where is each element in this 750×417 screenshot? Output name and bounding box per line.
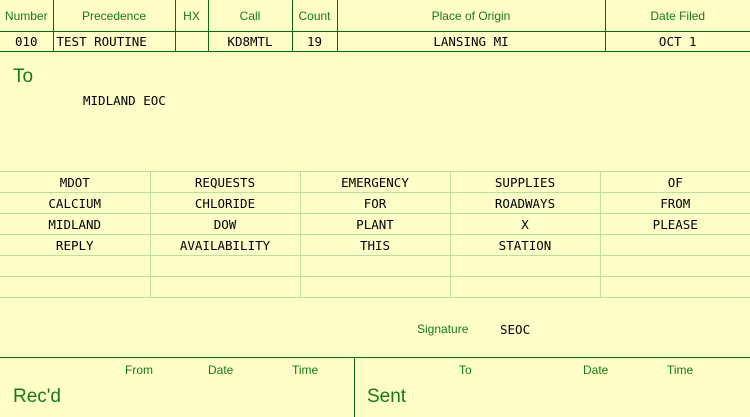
header-values-row: 010 TEST ROUTINE KD8MTL 19 LANSING MI OC… bbox=[0, 31, 750, 52]
header-table: Number Precedence HX Call Count Place of… bbox=[0, 0, 750, 52]
received-title: Rec'd bbox=[13, 386, 61, 407]
message-word[interactable] bbox=[599, 276, 750, 298]
message-word[interactable]: X bbox=[449, 213, 601, 235]
hx-field[interactable] bbox=[174, 31, 209, 52]
message-row: MDOT REQUESTS EMERGENCY SUPPLIES OF bbox=[0, 171, 750, 193]
message-word[interactable]: MDOT bbox=[0, 171, 151, 193]
count-header: Count bbox=[291, 0, 338, 32]
message-row bbox=[0, 276, 750, 298]
message-word[interactable]: REPLY bbox=[0, 234, 151, 256]
number-field[interactable]: 010 bbox=[0, 31, 54, 52]
message-word[interactable]: CHLORIDE bbox=[149, 192, 301, 214]
footer-divider bbox=[0, 357, 750, 358]
message-row bbox=[0, 255, 750, 277]
footer-column-divider bbox=[354, 357, 355, 417]
to-address-field[interactable]: MIDLAND EOC bbox=[83, 93, 166, 108]
received-date-label: Date bbox=[208, 363, 234, 377]
signature-field[interactable]: SEOC bbox=[500, 322, 530, 337]
message-word[interactable] bbox=[449, 255, 601, 277]
call-field[interactable]: KD8MTL bbox=[207, 31, 293, 52]
message-row: MIDLAND DOW PLANT X PLEASE bbox=[0, 213, 750, 235]
message-word[interactable]: STATION bbox=[449, 234, 601, 256]
to-label: To bbox=[13, 66, 34, 87]
header-labels-row: Number Precedence HX Call Count Place of… bbox=[0, 0, 750, 32]
message-word[interactable]: PLEASE bbox=[599, 213, 750, 235]
sent-date-label: Date bbox=[583, 363, 609, 377]
message-word[interactable]: THIS bbox=[299, 234, 451, 256]
message-word[interactable] bbox=[149, 276, 301, 298]
message-word[interactable] bbox=[599, 234, 750, 256]
sent-to-label: To bbox=[459, 363, 472, 377]
count-field[interactable]: 19 bbox=[291, 31, 338, 52]
message-word[interactable]: SUPPLIES bbox=[449, 171, 601, 193]
message-word[interactable]: OF bbox=[599, 171, 750, 193]
message-word[interactable] bbox=[449, 276, 601, 298]
hx-header: HX bbox=[174, 0, 209, 32]
message-word[interactable]: ROADWAYS bbox=[449, 192, 601, 214]
date-filed-field[interactable]: OCT 1 bbox=[604, 31, 750, 52]
precedence-header: Precedence bbox=[52, 0, 176, 32]
place-of-origin-field[interactable]: LANSING MI bbox=[336, 31, 606, 52]
message-row: REPLY AVAILABILITY THIS STATION bbox=[0, 234, 750, 256]
number-header: Number bbox=[0, 0, 54, 32]
sent-title: Sent bbox=[367, 386, 407, 407]
signature-label: Signature bbox=[417, 322, 469, 336]
date-filed-header: Date Filed bbox=[604, 0, 750, 32]
message-word[interactable]: FROM bbox=[599, 192, 750, 214]
message-word[interactable] bbox=[299, 255, 451, 277]
message-word[interactable]: DOW bbox=[149, 213, 301, 235]
message-word[interactable] bbox=[0, 276, 151, 298]
message-word[interactable]: PLANT bbox=[299, 213, 451, 235]
message-row: CALCIUM CHLORIDE FOR ROADWAYS FROM bbox=[0, 192, 750, 214]
place-of-origin-header: Place of Origin bbox=[336, 0, 606, 32]
sent-time-label: Time bbox=[667, 363, 694, 377]
message-word[interactable]: AVAILABILITY bbox=[149, 234, 301, 256]
received-from-label: From bbox=[125, 363, 153, 377]
message-word[interactable] bbox=[599, 255, 750, 277]
message-word[interactable] bbox=[0, 255, 151, 277]
message-word[interactable]: FOR bbox=[299, 192, 451, 214]
radiogram-form: Number Precedence HX Call Count Place of… bbox=[0, 0, 750, 417]
message-word[interactable]: CALCIUM bbox=[0, 192, 151, 214]
message-grid: MDOT REQUESTS EMERGENCY SUPPLIES OF CALC… bbox=[0, 171, 750, 298]
received-time-label: Time bbox=[292, 363, 319, 377]
message-word[interactable]: EMERGENCY bbox=[299, 171, 451, 193]
message-word[interactable]: MIDLAND bbox=[0, 213, 151, 235]
message-word[interactable]: REQUESTS bbox=[149, 171, 301, 193]
message-word[interactable] bbox=[299, 276, 451, 298]
message-word[interactable] bbox=[149, 255, 301, 277]
precedence-field[interactable]: TEST ROUTINE bbox=[52, 31, 176, 52]
call-header: Call bbox=[207, 0, 293, 32]
